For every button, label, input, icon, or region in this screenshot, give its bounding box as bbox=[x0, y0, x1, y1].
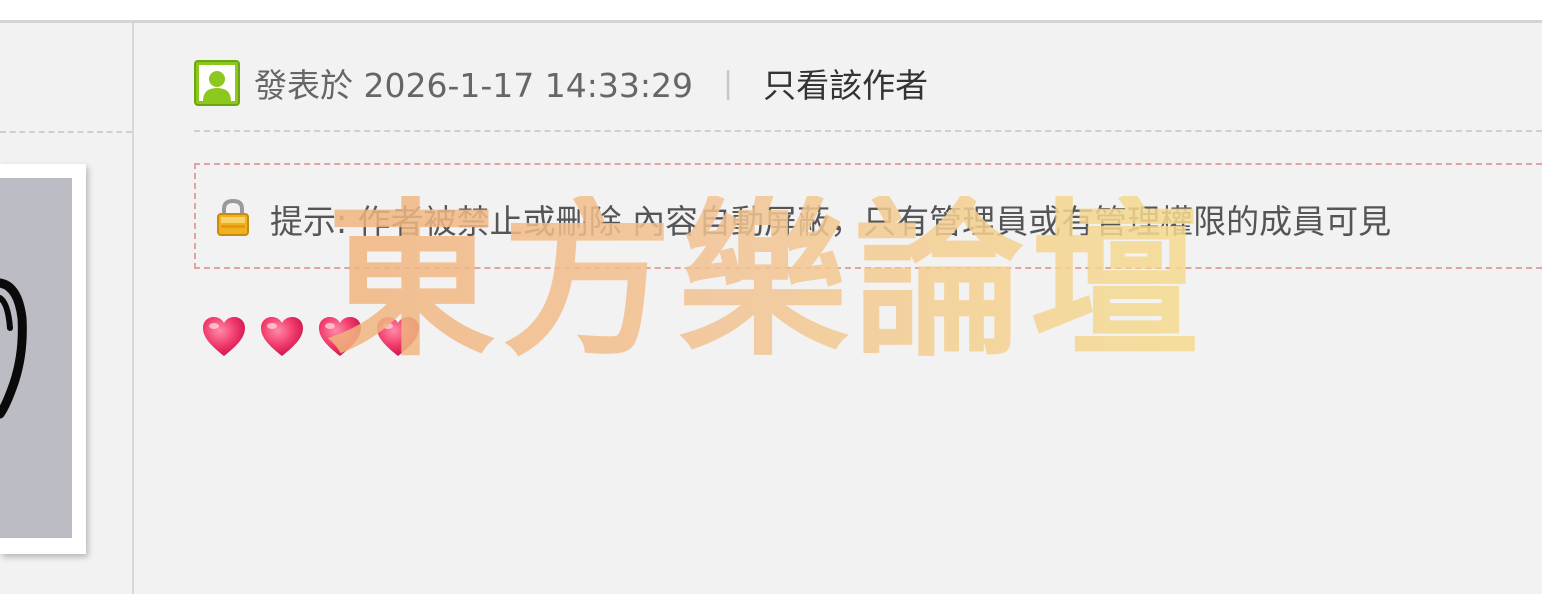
author-sidebar bbox=[0, 23, 134, 594]
avatar-frame[interactable] bbox=[0, 164, 86, 554]
post-timestamp: 發表於 2026-1-17 14:33:29 bbox=[254, 66, 693, 105]
locked-notice: 提示: 作者被禁止或刪除 內容自動屏蔽，只有管理員或有管理權限的成員可見 bbox=[194, 163, 1542, 269]
post-header: 發表於 2026-1-17 14:33:29 | 只看該作者 bbox=[194, 58, 928, 108]
only-author-link[interactable]: 只看該作者 bbox=[763, 59, 928, 107]
sidebar-divider bbox=[0, 131, 132, 133]
reaction-hearts bbox=[200, 313, 432, 361]
avatar[interactable] bbox=[0, 178, 72, 538]
heart-icon bbox=[258, 313, 306, 361]
heart-icon bbox=[374, 313, 422, 361]
user-icon[interactable] bbox=[194, 60, 240, 106]
header-separator: | bbox=[722, 65, 734, 101]
top-strip bbox=[0, 0, 1542, 23]
heart-icon bbox=[316, 313, 364, 361]
notice-text: 提示: 作者被禁止或刪除 內容自動屏蔽，只有管理員或有管理權限的成員可見 bbox=[270, 202, 1392, 241]
header-divider bbox=[194, 130, 1542, 132]
avatar-figure bbox=[0, 278, 27, 419]
heart-icon bbox=[200, 313, 248, 361]
lock-icon bbox=[216, 198, 250, 237]
